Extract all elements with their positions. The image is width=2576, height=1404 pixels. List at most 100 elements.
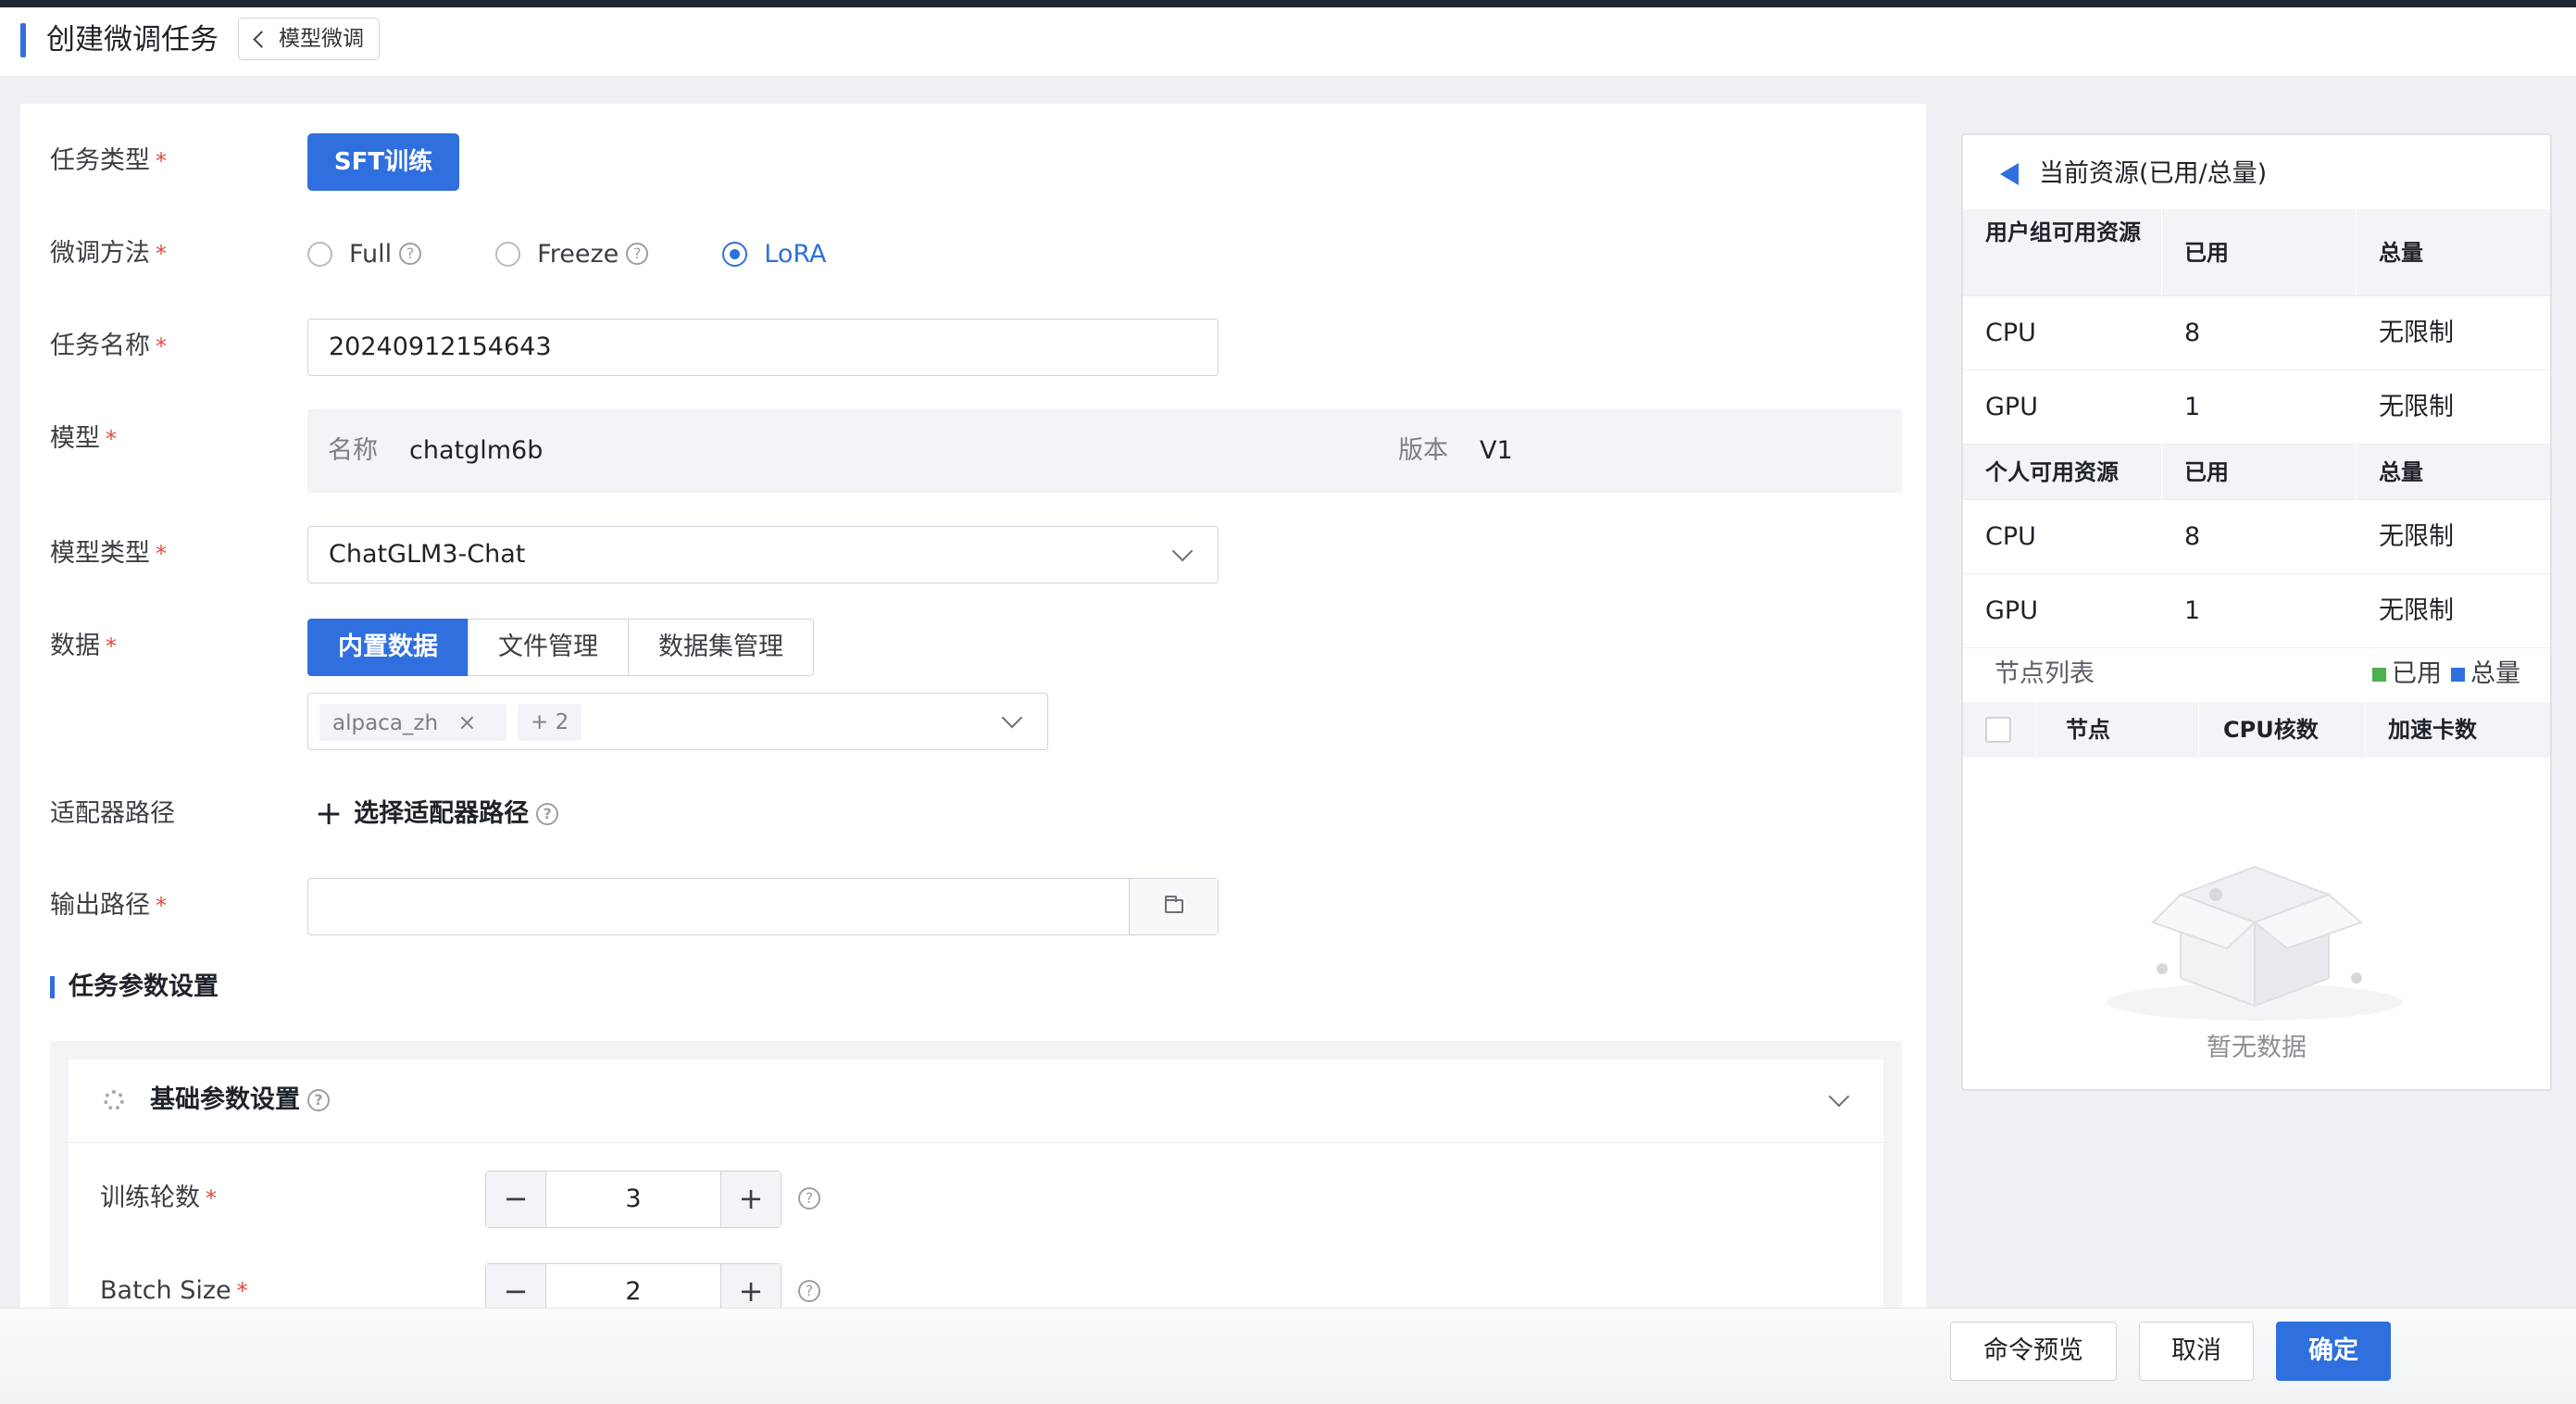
cell: GPU — [1985, 393, 2038, 421]
table-row: GPU 1 无限制 — [1963, 574, 2550, 648]
cell: 8 — [2161, 500, 2356, 573]
radio-circle — [495, 241, 521, 267]
help-icon[interactable]: ? — [798, 1187, 820, 1210]
page-title: 创建微调任务 — [46, 23, 219, 56]
tab-file-management[interactable]: 文件管理 — [468, 619, 629, 676]
help-icon[interactable]: ? — [399, 243, 422, 265]
chevron-down-icon — [1171, 540, 1194, 562]
model-type-label: 模型类型 * — [50, 539, 167, 568]
model-version-key: 版本 — [1398, 436, 1448, 465]
back-button-label: 模型微调 — [279, 27, 364, 51]
model-info-box: 名称 chatglm6b 版本 V1 — [307, 409, 1902, 493]
increment-button[interactable]: + — [721, 1264, 781, 1308]
decrement-button[interactable]: − — [486, 1172, 545, 1227]
table-row: GPU 1 无限制 — [1963, 370, 2550, 445]
increment-button[interactable]: + — [721, 1172, 781, 1227]
legend-total-swatch — [2451, 667, 2465, 682]
data-source-tabs: 内置数据 文件管理 数据集管理 — [307, 619, 814, 676]
chevron-down-icon — [1001, 707, 1023, 729]
confirm-button[interactable]: 确定 — [2276, 1322, 2391, 1381]
param-settings-wrapper: 基础参数设置 ? 训练轮数 * − 3 + ? Batch Size * − 2 +… — [50, 1041, 1902, 1308]
task-form: 任务类型 * SFT训练 微调方法 * Full ? Freeze ? LoRA 任… — [20, 104, 1926, 1308]
chevron-down-icon[interactable] — [1828, 1085, 1850, 1108]
task-name-label: 任务名称 * — [50, 332, 167, 360]
back-to-model-finetune-button[interactable]: 模型微调 — [238, 18, 380, 60]
node-list-header: 节点列表 已用 总量 — [1963, 648, 2550, 700]
cell: GPU — [1985, 596, 2038, 625]
node-table-header: 节点 CPU核数 加速卡数 — [1963, 702, 2550, 758]
epochs-value[interactable]: 3 — [545, 1172, 721, 1227]
batch-size-value[interactable]: 2 — [545, 1264, 721, 1308]
radio-label: Full — [349, 239, 393, 269]
method-radio-freeze[interactable]: Freeze ? — [495, 239, 649, 269]
chevron-left-icon — [253, 30, 270, 48]
node-list-label: 节点列表 — [1995, 659, 2095, 688]
legend-used-label: 已用 — [2392, 659, 2442, 688]
radio-circle — [307, 241, 332, 267]
cancel-button[interactable]: 取消 — [2139, 1322, 2254, 1381]
empty-state-text: 暂无数据 — [2207, 1034, 2307, 1062]
help-icon[interactable]: ? — [307, 1089, 330, 1111]
method-radio-lora[interactable]: LoRA — [722, 239, 827, 269]
radio-circle — [722, 241, 748, 267]
basic-params-header[interactable]: 基础参数设置 ? — [69, 1059, 1883, 1143]
tab-dataset-management[interactable]: 数据集管理 — [628, 619, 814, 676]
header-cell: 总量 — [2356, 445, 2550, 499]
model-type-value: ChatGLM3-Chat — [329, 540, 526, 569]
resource-panel-title[interactable]: 当前资源(已用/总量) — [2000, 156, 2267, 193]
cell: 无限制 — [2356, 296, 2550, 370]
basic-params-title-text: 基础参数设置 — [150, 1085, 300, 1114]
footer-action-bar: 命令预览 取消 确定 — [0, 1308, 2576, 1404]
legend: 已用 总量 — [2363, 656, 2520, 693]
help-icon[interactable]: ? — [536, 803, 559, 825]
legend-total-label: 总量 — [2470, 659, 2520, 688]
help-icon[interactable]: ? — [626, 243, 649, 265]
model-version-value: V1 — [1480, 436, 1513, 465]
tag-label: alpaca_zh — [332, 711, 439, 735]
epochs-label: 训练轮数 * — [100, 1184, 217, 1212]
group-resource-header: 用户组可用资源 已用 总量 — [1963, 209, 2550, 296]
legend-used-swatch — [2372, 667, 2386, 682]
task-name-input[interactable]: 20240912154643 — [307, 319, 1219, 376]
command-preview-button[interactable]: 命令预览 — [1950, 1322, 2117, 1381]
gear-icon — [104, 1090, 124, 1110]
cell: CPU — [1985, 319, 2036, 347]
model-label: 模型 * — [50, 424, 117, 453]
method-radio-group: Full ? Freeze ? LoRA — [307, 235, 901, 272]
personal-resource-header: 个人可用资源 已用 总量 — [1963, 445, 2550, 500]
select-all-cell — [1963, 702, 2035, 758]
data-multiselect[interactable]: alpaca_zh × + 2 — [307, 693, 1048, 750]
help-icon[interactable]: ? — [798, 1280, 820, 1302]
tab-builtin-data[interactable]: 内置数据 — [307, 619, 469, 676]
browse-folder-button[interactable] — [1129, 879, 1218, 934]
cell: 无限制 — [2356, 370, 2550, 444]
model-name-value: chatglm6b — [409, 436, 544, 465]
sft-training-button[interactable]: SFT训练 — [307, 133, 459, 191]
tag-close-icon[interactable]: × — [457, 709, 476, 735]
more-tags-badge: + 2 — [518, 704, 582, 741]
cell: 1 — [2161, 574, 2356, 647]
select-all-checkbox[interactable] — [1985, 717, 2011, 743]
output-path-input[interactable] — [307, 878, 1219, 935]
header-cell: 加速卡数 — [2365, 702, 2550, 758]
method-radio-full[interactable]: Full ? — [307, 239, 422, 269]
cell: 无限制 — [2356, 500, 2550, 573]
radio-label: Freeze — [537, 239, 619, 269]
select-adapter-path-button[interactable]: + 选择适配器路径 ? — [315, 796, 559, 833]
header-cell: 个人可用资源 — [1985, 459, 2119, 485]
radio-label: LoRA — [764, 239, 827, 269]
data-label: 数据 * — [50, 632, 117, 660]
epochs-stepper: − 3 + — [485, 1171, 782, 1228]
decrement-button[interactable]: − — [486, 1264, 545, 1308]
method-label: 微调方法 * — [50, 239, 167, 268]
model-type-select[interactable]: ChatGLM3-Chat — [307, 526, 1219, 583]
window-top-bar — [0, 0, 2576, 7]
resource-title-text: 当前资源(已用/总量) — [2039, 159, 2268, 188]
collapse-arrow-icon — [2000, 163, 2019, 185]
batch-size-label: Batch Size * — [100, 1276, 248, 1305]
empty-box-icon — [2107, 865, 2403, 1021]
cell: CPU — [1985, 522, 2036, 551]
batch-size-stepper: − 2 + — [485, 1263, 782, 1308]
cell: 无限制 — [2356, 574, 2550, 647]
section-title-task-params: 任务参数设置 — [50, 969, 219, 1006]
